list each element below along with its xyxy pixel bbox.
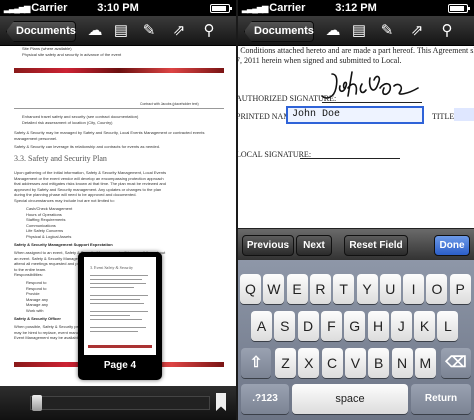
battery-icon: [210, 4, 232, 13]
right-screen: ▂▃▄▅▆ Carrier 3:12 PM Documents ☁ ▤ ✎ ⇗ ⚲…: [238, 0, 474, 420]
section-title: 3.3. Safety and Security Plan: [14, 154, 107, 163]
return-key[interactable]: Return: [411, 384, 471, 414]
key-d[interactable]: D: [297, 311, 319, 341]
doc-subhead: Safety & Security Management Support Exp…: [14, 242, 113, 247]
key-q[interactable]: Q: [240, 274, 261, 304]
annotate-icon[interactable]: ✎: [378, 22, 396, 40]
space-key[interactable]: space: [292, 384, 408, 414]
documents-back-button[interactable]: Documents: [244, 21, 314, 42]
page-thumbnail: 3. Event Safety & Security: [84, 257, 156, 355]
pdf-form-page[interactable]: l Conditions attached hereto and are mad…: [238, 46, 474, 228]
key-i[interactable]: I: [403, 274, 425, 304]
key-h[interactable]: H: [367, 311, 389, 341]
cloud-upload-icon[interactable]: ☁: [86, 22, 104, 40]
reset-field-button[interactable]: Reset Field: [344, 235, 408, 256]
next-button[interactable]: Next: [296, 235, 332, 256]
list-view-icon[interactable]: ▤: [112, 22, 130, 40]
key-z[interactable]: Z: [275, 348, 296, 378]
header-rule: [14, 108, 224, 109]
list-view-icon[interactable]: ▤: [350, 22, 368, 40]
key-m[interactable]: M: [414, 348, 436, 378]
doc-line: Physical site safety and security in adv…: [22, 52, 122, 57]
doc-bullet: Physical & Logical Assets: [26, 233, 72, 239]
doc-paragraph: Safety & Security can leverage its relat…: [14, 144, 161, 149]
bookmark-icon[interactable]: [216, 393, 226, 411]
key-t[interactable]: T: [333, 274, 355, 304]
page-scrubber-bar[interactable]: [0, 386, 236, 420]
done-button[interactable]: Done: [434, 235, 470, 256]
numbers-key[interactable]: .?123: [241, 384, 289, 414]
key-y[interactable]: Y: [356, 274, 378, 304]
running-head: Contract with Jacobs (placeholder text): [140, 102, 199, 106]
key-u[interactable]: U: [379, 274, 401, 304]
doc-bullet: Detailed risk assessment of location (Ci…: [22, 120, 113, 125]
documents-back-button[interactable]: Documents: [6, 21, 76, 42]
share-icon[interactable]: ⇗: [170, 22, 188, 40]
search-icon[interactable]: ⚲: [438, 22, 456, 40]
page-footer-band: [14, 68, 224, 73]
key-k[interactable]: K: [414, 311, 436, 341]
toolbar: Documents ☁ ▤ ✎ ⇗ ⚲: [0, 16, 236, 46]
page-number-label: Page 4: [103, 360, 137, 371]
battery-icon: [448, 4, 470, 13]
page-thumbnail-strip[interactable]: [30, 396, 210, 410]
status-bar: ▂▃▄▅▆ Carrier 3:12 PM: [238, 0, 474, 16]
title-field[interactable]: [454, 108, 474, 121]
key-w[interactable]: W: [263, 274, 285, 304]
key-o[interactable]: O: [426, 274, 448, 304]
doc-line: Special circumstances may include but ar…: [14, 197, 115, 203]
previous-button[interactable]: Previous: [242, 235, 294, 256]
form-line: 7, 2011 herein when signed and submitted…: [238, 56, 402, 65]
onscreen-keyboard: QWERTYUIOP ASDFGHJKL ZXCVBNM ⇧ ⌫ .?123 s…: [238, 260, 474, 420]
key-a[interactable]: A: [251, 311, 272, 341]
status-bar: ▂▃▄▅▆ Carrier 3:10 PM: [0, 0, 236, 16]
page-scrubber-handle[interactable]: [32, 395, 42, 411]
thumbnail-band: [88, 345, 152, 348]
key-x[interactable]: X: [298, 348, 320, 378]
status-time: 3:12 PM: [335, 2, 377, 14]
doc-paragraph: Safety & Security may be managed by Safe…: [14, 130, 205, 141]
key-b[interactable]: B: [368, 348, 390, 378]
title-label: TITLE:: [432, 112, 457, 121]
cloud-upload-icon[interactable]: ☁: [324, 22, 342, 40]
toolbar: Documents ☁ ▤ ✎ ⇗ ⚲: [238, 16, 474, 46]
key-n[interactable]: N: [391, 348, 413, 378]
doc-bullet: Enhanced travel safety and security (see…: [22, 114, 139, 119]
doc-subhead: Safety & Security Officer: [14, 316, 61, 321]
doc-line: Event Management may be available.: [14, 335, 81, 340]
key-e[interactable]: E: [286, 274, 308, 304]
shift-key[interactable]: ⇧: [241, 348, 271, 378]
key-l[interactable]: L: [437, 311, 459, 341]
left-screen: ▂▃▄▅▆ Carrier 3:10 PM Documents ☁ ▤ ✎ ⇗ ⚲…: [0, 0, 236, 420]
share-icon[interactable]: ⇗: [408, 22, 426, 40]
page-preview-popover: 3. Event Safety & Security Page 4: [78, 252, 162, 380]
key-g[interactable]: G: [344, 311, 366, 341]
form-assistant-bar: Previous Next Reset Field Done: [238, 228, 474, 260]
local-signature-line: [300, 158, 400, 159]
key-f[interactable]: F: [320, 311, 342, 341]
key-c[interactable]: C: [321, 348, 343, 378]
annotate-icon[interactable]: ✎: [140, 22, 158, 40]
key-r[interactable]: R: [309, 274, 331, 304]
key-p[interactable]: P: [449, 274, 471, 304]
backspace-key[interactable]: ⌫: [441, 348, 471, 378]
doc-line: Site Plans (where available): [22, 46, 72, 51]
key-v[interactable]: V: [344, 348, 366, 378]
search-icon[interactable]: ⚲: [200, 22, 218, 40]
doc-line: Responsibilities:: [14, 272, 43, 277]
printed-name-field[interactable]: John Doe: [286, 106, 424, 124]
thumbnail-title: 3. Event Safety & Security: [90, 265, 133, 270]
key-s[interactable]: S: [274, 311, 296, 341]
doc-bullet: Work with: [26, 307, 44, 313]
signature-line: [322, 102, 422, 103]
key-j[interactable]: J: [390, 311, 412, 341]
status-time: 3:10 PM: [97, 2, 139, 14]
form-line: l Conditions attached hereto and are mad…: [238, 46, 474, 55]
